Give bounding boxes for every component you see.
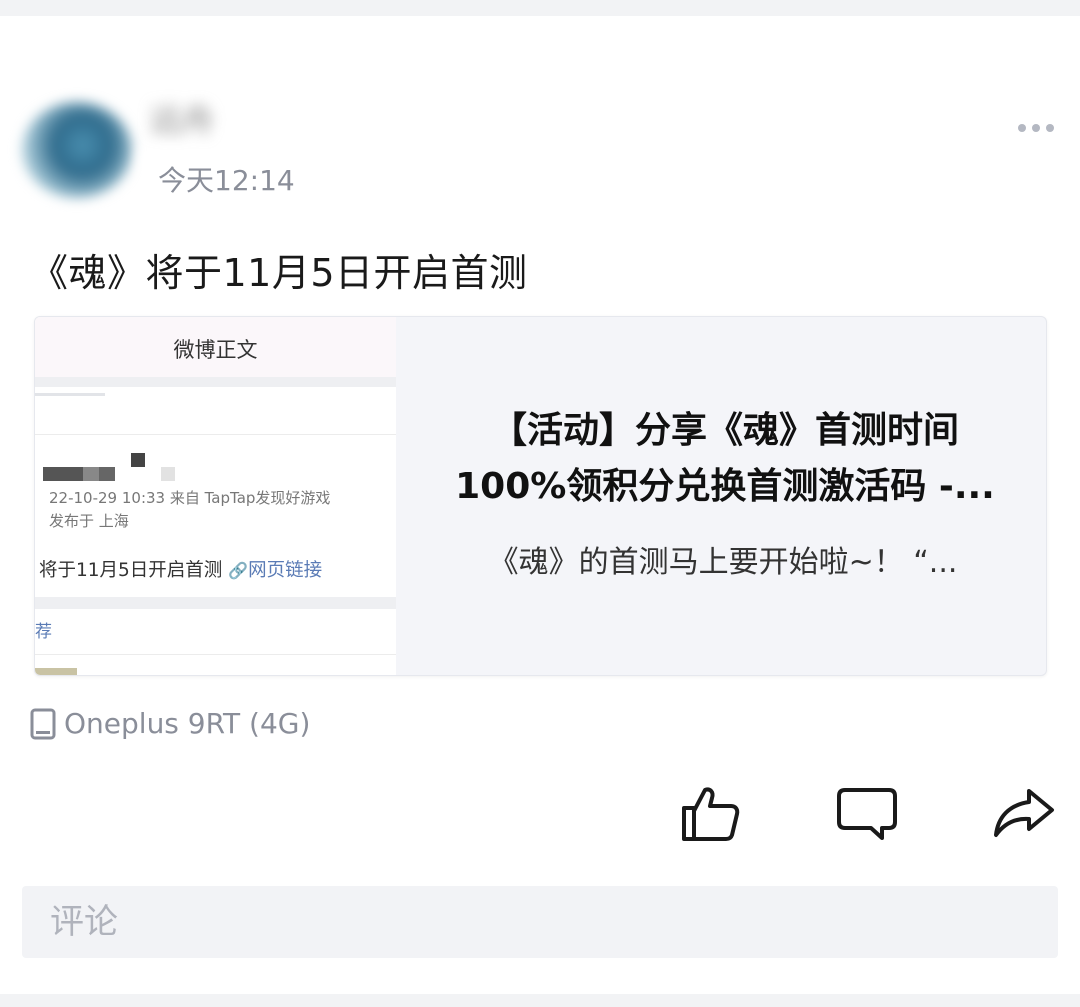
thumbnail-image <box>35 668 77 675</box>
divider <box>35 654 396 655</box>
share-button[interactable] <box>992 782 1056 846</box>
thumbnail-header: 微博正文 <box>35 317 396 377</box>
dot-icon <box>1046 124 1054 132</box>
like-button[interactable] <box>678 782 742 846</box>
divider <box>35 377 396 387</box>
dot-icon <box>1032 124 1040 132</box>
bottom-divider <box>0 994 1080 1007</box>
divider <box>35 597 396 609</box>
device-info: Oneplus 9RT (4G) <box>30 706 310 742</box>
dot-icon <box>1018 124 1026 132</box>
link-thumbnail: 微博正文 22-10-29 10:33 来自 TapTap发现好游戏 发布于 上… <box>35 317 396 675</box>
device-label: Oneplus 9RT (4G) <box>64 707 311 740</box>
thumbnail-post: 将于11月5日开启首测 🔗网页链接 <box>39 559 322 583</box>
share-icon <box>994 789 1054 837</box>
divider <box>35 434 396 435</box>
link-card-title: 【活动】分享《魂》首测时间 100%领积分兑换首测激活码 -... <box>425 403 1025 515</box>
post-text: 《魂》将于11月5日开启首测 <box>30 251 528 295</box>
thumbnail-section-label: 荐 <box>35 622 52 642</box>
comment-button[interactable] <box>835 782 899 846</box>
thumbnail-meta: 22-10-29 10:33 来自 TapTap发现好游戏 <box>49 489 331 507</box>
thumbs-up-icon <box>682 787 740 841</box>
comment-input[interactable]: 评论 <box>22 886 1058 958</box>
avatar[interactable] <box>22 102 132 198</box>
comment-icon <box>837 788 897 840</box>
divider <box>35 393 105 396</box>
top-divider <box>0 0 1080 16</box>
mosaic-block <box>131 453 145 467</box>
thumbnail-post-text: 将于11月5日开启首测 <box>39 560 223 581</box>
link-card-title-line: 100%领积分兑换首测激活码 -... <box>455 466 995 507</box>
mosaic-block <box>43 467 83 481</box>
link-card-description: 《魂》的首测马上要开始啦~！ “... <box>488 545 958 580</box>
mosaic-block <box>99 467 115 481</box>
link-card-title-line: 【活动】分享《魂》首测时间 <box>490 410 959 451</box>
username[interactable]: 远舟 <box>150 100 250 140</box>
post-time: 今天12:14 <box>158 164 295 197</box>
link-card[interactable]: 微博正文 22-10-29 10:33 来自 TapTap发现好游戏 发布于 上… <box>34 316 1047 676</box>
mosaic-block <box>161 467 175 481</box>
thumbnail-location: 发布于 上海 <box>49 512 129 530</box>
more-options-button[interactable] <box>1018 118 1062 138</box>
comment-placeholder: 评论 <box>50 902 118 942</box>
phone-icon <box>30 708 56 740</box>
link-icon: 🔗 <box>228 561 249 580</box>
thumbnail-link: 网页链接 <box>248 560 323 581</box>
mosaic-block <box>83 467 99 481</box>
